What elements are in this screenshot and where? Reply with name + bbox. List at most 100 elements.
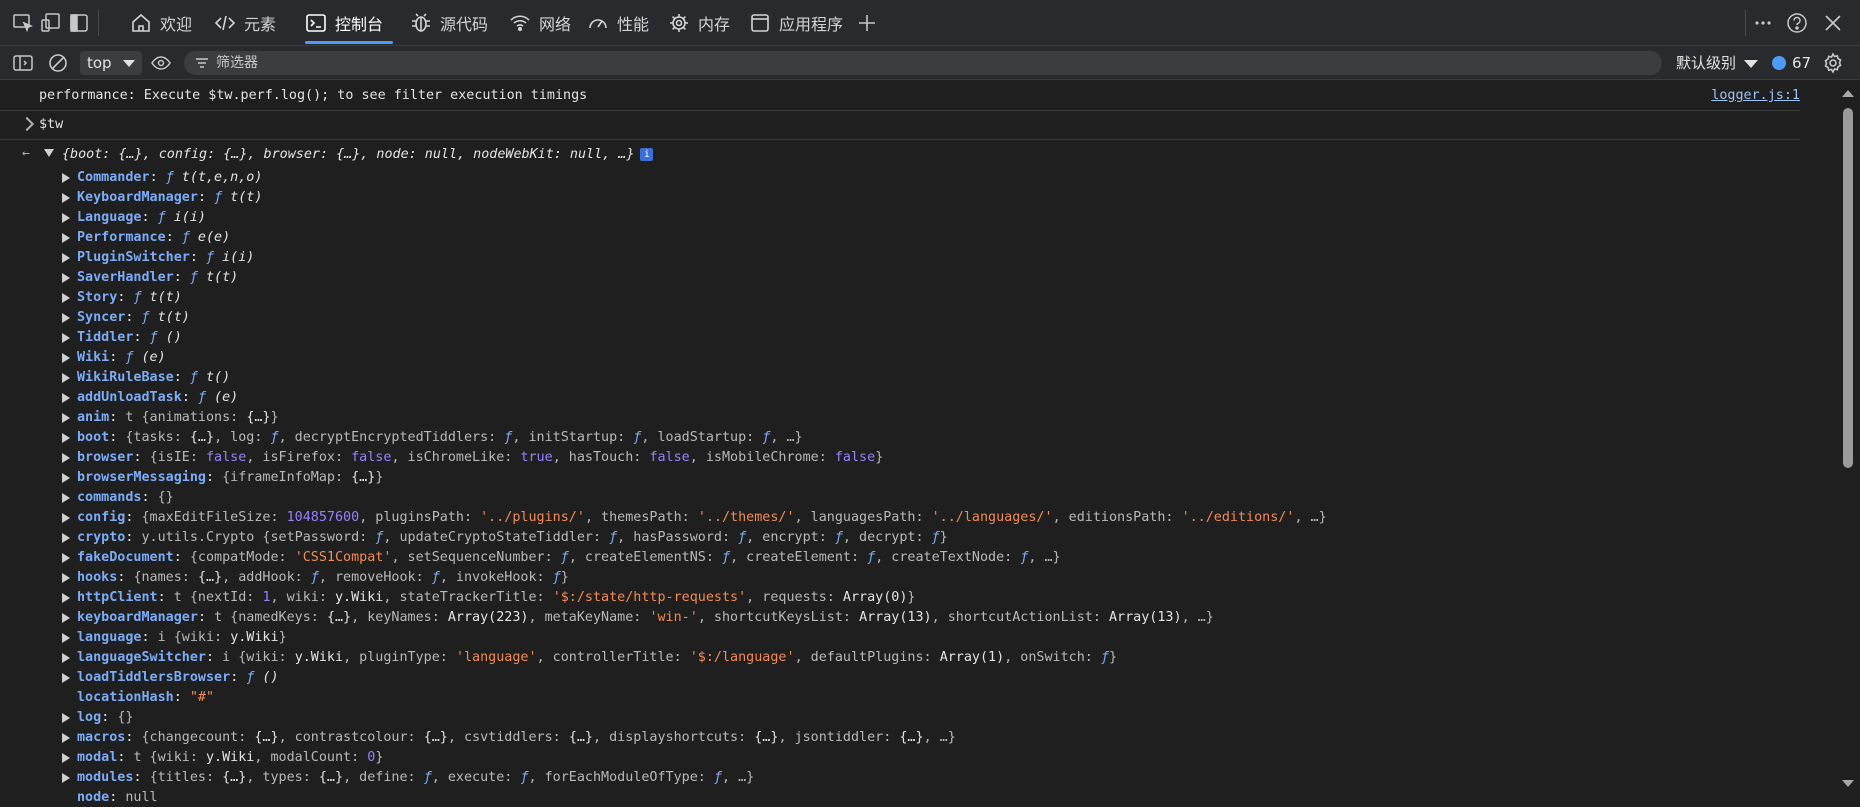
expand-triangle-icon[interactable] (62, 453, 70, 463)
device-emulation-icon[interactable] (40, 12, 62, 34)
expand-triangle-icon[interactable] (62, 773, 70, 783)
issues-counter[interactable]: 67 (1772, 51, 1811, 75)
scrollbar-thumb[interactable] (1843, 108, 1853, 468)
tree-row[interactable]: addUnloadTask: ƒ (e) (0, 387, 1800, 407)
tree-row[interactable]: SaverHandler: ƒ t(t) (0, 267, 1800, 287)
tree-row[interactable]: anim: t {animations: {…}} (0, 407, 1800, 427)
tab-elements-label: 元素 (244, 15, 277, 34)
tree-row[interactable]: Performance: ƒ e(e) (0, 227, 1800, 247)
tree-row[interactable]: keyboardManager: t {namedKeys: {…}, keyN… (0, 607, 1800, 627)
tab-memory[interactable]: 内存 (668, 0, 730, 46)
expand-triangle-icon[interactable] (62, 573, 70, 583)
gear-chip-icon (670, 14, 688, 32)
expand-triangle-icon[interactable] (62, 593, 70, 603)
tree-row[interactable]: macros: {changecount: {…}, contrastcolou… (0, 727, 1800, 747)
clear-console-icon[interactable] (47, 52, 69, 74)
inspect-element-icon[interactable] (12, 12, 34, 34)
tree-row[interactable]: language: i {wiki: y.Wiki} (0, 627, 1800, 647)
tab-application[interactable]: 应用程序 (749, 0, 843, 46)
tab-network[interactable]: 网络 (509, 0, 571, 46)
scroll-up-icon[interactable] (1842, 90, 1854, 97)
console-output[interactable]: performance: Execute $tw.perf.log(); to … (0, 80, 1840, 807)
tab-console-label: 控制台 (335, 15, 384, 34)
tab-performance[interactable]: 性能 (587, 0, 649, 46)
live-expression-eye-icon[interactable] (150, 52, 172, 74)
expand-triangle-icon[interactable] (62, 493, 70, 503)
result-summary-row[interactable]: ← {boot: {…}, config: {…}, browser: {…},… (0, 140, 1800, 162)
filter-box[interactable] (184, 51, 1662, 75)
tree-row[interactable]: Tiddler: ƒ () (0, 327, 1800, 347)
tab-welcome[interactable]: 欢迎 (130, 0, 192, 46)
expand-triangle-icon[interactable] (62, 553, 70, 563)
tab-sources[interactable]: 源代码 (410, 0, 488, 46)
expand-triangle-icon[interactable] (62, 633, 70, 643)
log-source-link[interactable]: logger.js:1 (1711, 88, 1800, 103)
tree-row[interactable]: browserMessaging: {iframeInfoMap: {…}} (0, 467, 1800, 487)
console-icon (306, 14, 326, 32)
tree-row[interactable]: PluginSwitcher: ƒ i(i) (0, 247, 1800, 267)
expand-triangle-icon[interactable] (62, 473, 70, 483)
close-devtools-icon[interactable] (1822, 12, 1844, 34)
dock-side-icon[interactable] (68, 12, 90, 34)
tree-row[interactable]: Commander: ƒ t(t,e,n,o) (0, 167, 1800, 187)
tree-row[interactable]: hooks: {names: {…}, addHook: ƒ, removeHo… (0, 567, 1800, 587)
tree-row[interactable]: Language: ƒ i(i) (0, 207, 1800, 227)
execution-context-select[interactable]: top (80, 51, 142, 75)
expand-triangle-icon[interactable] (62, 373, 70, 383)
expand-triangle-icon[interactable] (62, 193, 70, 203)
expand-triangle-icon[interactable] (62, 653, 70, 663)
expand-triangle-icon[interactable] (62, 753, 70, 763)
bug-icon (412, 13, 430, 32)
expand-triangle-icon[interactable] (62, 713, 70, 723)
expand-triangle-icon[interactable] (62, 233, 70, 243)
expand-triangle-icon[interactable] (62, 353, 70, 363)
expand-triangle-icon[interactable] (62, 213, 70, 223)
console-settings-gear-icon[interactable] (1822, 52, 1844, 74)
expand-triangle-icon[interactable] (62, 313, 70, 323)
add-tab-icon[interactable] (856, 12, 878, 34)
scroll-down-icon[interactable] (1842, 780, 1854, 787)
expand-triangle-icon[interactable] (62, 293, 70, 303)
tree-row[interactable]: log: {} (0, 707, 1800, 727)
tree-row[interactable]: Story: ƒ t(t) (0, 287, 1800, 307)
tree-row[interactable]: config: {maxEditFileSize: 104857600, plu… (0, 507, 1800, 527)
expand-triangle-icon[interactable] (62, 333, 70, 343)
expand-triangle-icon[interactable] (62, 393, 70, 403)
tree-row[interactable]: modal: t {wiki: y.Wiki, modalCount: 0} (0, 747, 1800, 767)
tree-row[interactable]: commands: {} (0, 487, 1800, 507)
expand-triangle-icon[interactable] (62, 273, 70, 283)
expand-triangle-icon[interactable] (44, 149, 54, 157)
devtools-tab-bar: 欢迎 元素 控制台 源代码 网络 性能 内存 应用程序 (0, 0, 1860, 46)
info-icon[interactable]: i (640, 147, 654, 161)
tree-row[interactable]: Wiki: ƒ (e) (0, 347, 1800, 367)
expand-triangle-icon[interactable] (62, 513, 70, 523)
tree-row[interactable]: WikiRuleBase: ƒ t() (0, 367, 1800, 387)
more-options-icon[interactable] (1752, 12, 1774, 34)
tree-row[interactable]: fakeDocument: {compatMode: 'CSS1Compat',… (0, 547, 1800, 567)
tree-row[interactable]: loadTiddlersBrowser: ƒ () (0, 667, 1800, 687)
expand-triangle-icon[interactable] (62, 613, 70, 623)
tree-row[interactable]: languageSwitcher: i {wiki: y.Wiki, plugi… (0, 647, 1800, 667)
wifi-icon (510, 15, 530, 32)
tree-row[interactable]: crypto: y.utils.Crypto {setPassword: ƒ, … (0, 527, 1800, 547)
home-icon (132, 13, 150, 32)
tree-row[interactable]: KeyboardManager: ƒ t(t) (0, 187, 1800, 207)
tree-row[interactable]: modules: {titles: {…}, types: {…}, defin… (0, 767, 1800, 787)
tree-row[interactable]: boot: {tasks: {…}, log: ƒ, decryptEncryp… (0, 427, 1800, 447)
tree-row[interactable]: httpClient: t {nextId: 1, wiki: y.Wiki, … (0, 587, 1800, 607)
expand-triangle-icon[interactable] (62, 433, 70, 443)
tab-console[interactable]: 控制台 (305, 0, 393, 46)
filter-input[interactable] (216, 51, 1636, 75)
help-icon[interactable] (1786, 12, 1808, 34)
expand-triangle-icon[interactable] (62, 733, 70, 743)
expand-triangle-icon[interactable] (62, 173, 70, 183)
expand-triangle-icon[interactable] (62, 253, 70, 263)
expand-triangle-icon[interactable] (62, 673, 70, 683)
sidebar-toggle-icon[interactable] (12, 52, 34, 74)
tab-elements[interactable]: 元素 (214, 0, 276, 46)
tree-row[interactable]: Syncer: ƒ t(t) (0, 307, 1800, 327)
tree-row[interactable]: browser: {isIE: false, isFirefox: false,… (0, 447, 1800, 467)
expand-triangle-icon[interactable] (62, 413, 70, 423)
log-levels-dropdown[interactable]: 默认级别 (1676, 51, 1759, 75)
expand-triangle-icon[interactable] (62, 533, 70, 543)
